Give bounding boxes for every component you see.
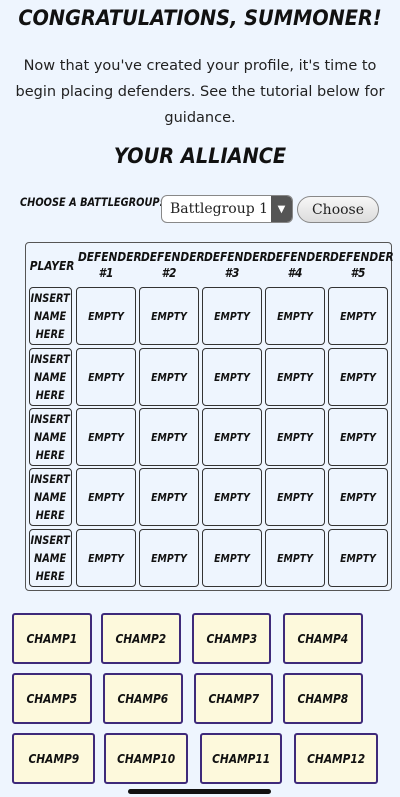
champion-button-3[interactable]: CHAMP3 bbox=[192, 613, 271, 664]
defender-slot[interactable]: EMPTY bbox=[139, 287, 199, 345]
defender-slot[interactable]: EMPTY bbox=[139, 529, 199, 587]
defender-slot[interactable]: EMPTY bbox=[76, 468, 136, 526]
defender-slot[interactable]: EMPTY bbox=[76, 287, 136, 345]
defender-slot[interactable]: EMPTY bbox=[328, 468, 388, 526]
champion-button-5[interactable]: CHAMP5 bbox=[12, 673, 92, 724]
defender-slot[interactable]: EMPTY bbox=[265, 468, 325, 526]
champion-button-12[interactable]: CHAMP12 bbox=[294, 733, 378, 784]
player-name-cell[interactable]: INSERT NAME HERE bbox=[29, 529, 72, 587]
player-name-cell[interactable]: INSERT NAME HERE bbox=[29, 287, 72, 345]
defender-header-2: DEFENDER #2 bbox=[140, 249, 205, 280]
defender-slot[interactable]: EMPTY bbox=[202, 529, 262, 587]
champion-button-6[interactable]: CHAMP6 bbox=[103, 673, 183, 724]
champion-button-7[interactable]: CHAMP7 bbox=[194, 673, 273, 724]
defender-table: PLAYER DEFENDER #1 DEFENDER #2 DEFENDER #3 DEFE… bbox=[25, 242, 394, 591]
defender-slot[interactable]: EMPTY bbox=[328, 408, 388, 466]
battlegroup-select-value: Battlegroup 1 bbox=[170, 201, 269, 217]
page-title: CONGRATULATIONS, SUMMONER! bbox=[18, 6, 382, 30]
champion-button-11[interactable]: CHAMP11 bbox=[200, 733, 282, 784]
player-name-cell[interactable]: INSERT NAME HERE bbox=[29, 408, 72, 466]
battlegroup-label: CHOOSE A BATTLEGROUP: bbox=[20, 195, 164, 209]
defender-slot[interactable]: EMPTY bbox=[202, 408, 262, 466]
player-name-cell[interactable]: INSERT NAME HERE bbox=[29, 348, 72, 406]
defender-slot[interactable]: EMPTY bbox=[328, 529, 388, 587]
home-indicator bbox=[128, 789, 271, 794]
intro-text: Now that you've created your profile, it… bbox=[15, 58, 385, 126]
champion-button-2[interactable]: CHAMP2 bbox=[101, 613, 181, 664]
champion-button-8[interactable]: CHAMP8 bbox=[283, 673, 363, 724]
defender-slot[interactable]: EMPTY bbox=[76, 529, 136, 587]
defender-slot[interactable]: EMPTY bbox=[265, 529, 325, 587]
player-header: PLAYER bbox=[29, 258, 75, 273]
choose-button[interactable]: Choose bbox=[297, 196, 379, 223]
defender-header-1: DEFENDER #1 bbox=[77, 249, 142, 280]
defender-slot[interactable]: EMPTY bbox=[265, 408, 325, 466]
defender-header-3: DEFENDER #3 bbox=[203, 249, 268, 280]
defender-slot[interactable]: EMPTY bbox=[76, 408, 136, 466]
defender-slot[interactable]: EMPTY bbox=[265, 287, 325, 345]
battlegroup-select[interactable]: Battlegroup 1 ▼ bbox=[161, 195, 293, 223]
defender-slot[interactable]: EMPTY bbox=[202, 468, 262, 526]
defender-header-4: DEFENDER #4 bbox=[266, 249, 331, 280]
chevron-down-icon: ▼ bbox=[271, 196, 292, 222]
alliance-title: YOUR ALLIANCE bbox=[113, 144, 287, 168]
defender-slot[interactable]: EMPTY bbox=[139, 408, 199, 466]
defender-slot[interactable]: EMPTY bbox=[328, 348, 388, 406]
champion-button-1[interactable]: CHAMP1 bbox=[12, 613, 92, 664]
defender-slot[interactable]: EMPTY bbox=[328, 287, 388, 345]
defender-slot[interactable]: EMPTY bbox=[265, 348, 325, 406]
champion-button-10[interactable]: CHAMP10 bbox=[104, 733, 188, 784]
player-name-cell[interactable]: INSERT NAME HERE bbox=[29, 468, 72, 526]
defender-slot[interactable]: EMPTY bbox=[139, 468, 199, 526]
defender-slot[interactable]: EMPTY bbox=[202, 287, 262, 345]
defender-slot[interactable]: EMPTY bbox=[139, 348, 199, 406]
champion-button-9[interactable]: CHAMP9 bbox=[12, 733, 95, 784]
defender-slot[interactable]: EMPTY bbox=[76, 348, 136, 406]
defender-slot[interactable]: EMPTY bbox=[202, 348, 262, 406]
defender-header-5: DEFENDER #5 bbox=[329, 249, 394, 280]
champion-button-4[interactable]: CHAMP4 bbox=[283, 613, 363, 664]
